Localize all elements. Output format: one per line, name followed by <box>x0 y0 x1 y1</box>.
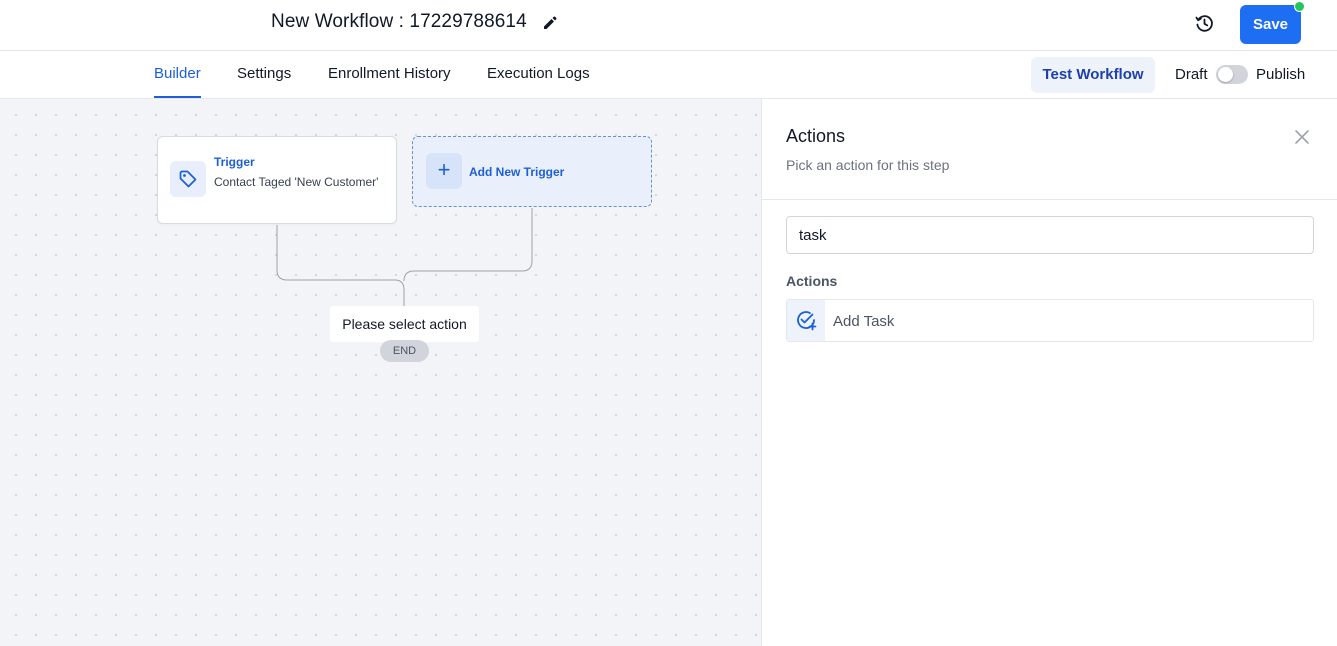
task-add-icon <box>787 300 825 341</box>
end-badge: END <box>380 340 429 362</box>
action-item-label: Add Task <box>833 313 895 330</box>
publish-toggle[interactable] <box>1216 65 1248 84</box>
toggle-knob <box>1218 67 1233 82</box>
trigger-title: Trigger <box>214 155 255 169</box>
history-icon[interactable] <box>1194 13 1215 34</box>
panel-subtitle: Pick an action for this step <box>786 157 950 173</box>
add-new-trigger-card[interactable]: + Add New Trigger <box>412 136 652 207</box>
close-icon[interactable] <box>1294 129 1310 145</box>
publish-label: Publish <box>1256 66 1306 83</box>
plus-icon: + <box>426 153 462 189</box>
draft-label: Draft <box>1175 66 1208 83</box>
workflow-title: New Workflow : 17229788614 <box>271 11 527 32</box>
action-search-input[interactable] <box>786 216 1314 254</box>
workflow-canvas[interactable]: Trigger Contact Taged 'New Customer' + A… <box>0 99 761 646</box>
trigger-description: Contact Taged 'New Customer' <box>214 175 379 189</box>
trigger-card[interactable]: Trigger Contact Taged 'New Customer' <box>157 136 397 224</box>
panel-title: Actions <box>786 126 846 146</box>
test-workflow-button[interactable]: Test Workflow <box>1031 57 1155 93</box>
actions-section-label: Actions <box>786 273 838 289</box>
add-trigger-label: Add New Trigger <box>469 165 565 179</box>
pencil-icon[interactable] <box>542 15 558 31</box>
divider <box>762 199 1337 200</box>
tab-bar: Builder Settings Enrollment History Exec… <box>0 51 1337 99</box>
tab-enrollment-history[interactable]: Enrollment History <box>328 51 451 98</box>
tag-icon <box>170 161 206 197</box>
tab-builder[interactable]: Builder <box>154 51 201 98</box>
action-item-add-task[interactable]: Add Task <box>786 299 1314 342</box>
save-button[interactable]: Save <box>1240 5 1301 44</box>
actions-panel: Actions Pick an action for this step Act… <box>761 99 1337 646</box>
tab-settings[interactable]: Settings <box>237 51 291 98</box>
unsaved-status-dot <box>1294 1 1305 12</box>
top-header: New Workflow : 17229788614 Save <box>0 0 1337 51</box>
tab-execution-logs[interactable]: Execution Logs <box>487 51 590 98</box>
select-action-node[interactable]: Please select action <box>330 306 479 342</box>
